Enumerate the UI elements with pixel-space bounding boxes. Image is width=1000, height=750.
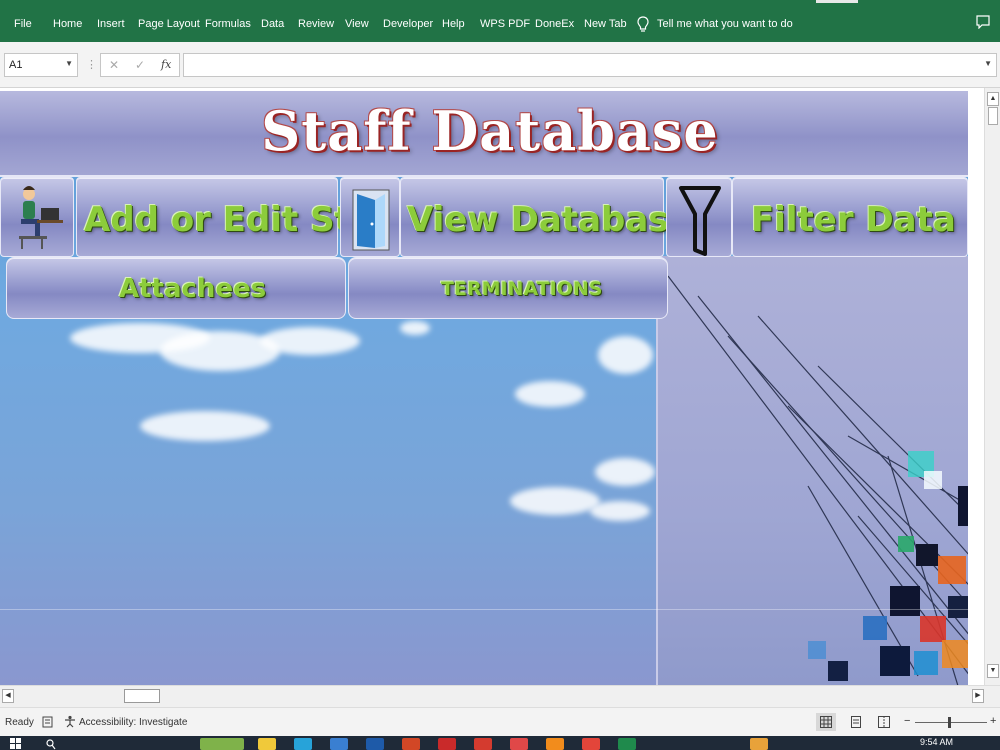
chevron-down-icon[interactable]: ▼ (65, 59, 73, 68)
name-box-value: A1 (9, 59, 23, 71)
chrome-icon[interactable] (582, 738, 600, 750)
cancel-icon[interactable]: ✕ (109, 58, 119, 72)
horizontal-scroll-thumb[interactable] (124, 689, 160, 703)
view-database-button[interactable]: View Database (400, 177, 692, 257)
tab-doneex[interactable]: DoneEx (535, 18, 574, 30)
tab-view[interactable]: View (345, 18, 369, 30)
formula-buttons: ✕ ✓ fx (100, 53, 180, 77)
page-layout-view-icon[interactable] (846, 713, 866, 731)
outlook-icon[interactable] (366, 738, 384, 750)
wps-icon[interactable] (474, 738, 492, 750)
scroll-right-icon[interactable]: ▶ (972, 689, 984, 703)
expand-formula-icon[interactable]: ▼ (984, 59, 992, 68)
cloud-decoration (510, 487, 600, 515)
tell-me-search[interactable]: Tell me what you want to do (657, 18, 793, 30)
lightbulb-icon (637, 16, 649, 32)
tab-home[interactable]: Home (53, 18, 82, 30)
powerpoint-icon[interactable] (402, 738, 420, 750)
macro-recording-icon[interactable] (42, 716, 53, 728)
status-ready: Ready (5, 717, 34, 728)
add-staff-icon-tile[interactable] (0, 177, 74, 257)
cloud-decoration (140, 411, 270, 441)
file-explorer-icon[interactable] (258, 738, 276, 750)
vertical-scrollbar[interactable]: ▲ ▼ (984, 88, 1000, 685)
app-icon[interactable] (510, 738, 528, 750)
person-at-desk-icon (19, 186, 63, 249)
pdf-reader-icon[interactable] (438, 738, 456, 750)
worksheet[interactable]: Staff Database Add or Edit Staff View Da… (0, 88, 984, 685)
cloud-decoration (590, 501, 650, 521)
zoom-in-button[interactable]: + (990, 715, 996, 727)
status-bar: Ready Accessibility: Investigate − + (0, 707, 1000, 736)
excel-icon[interactable] (618, 738, 636, 750)
tab-wps-pdf[interactable]: WPS PDF (480, 18, 530, 30)
attachees-label: Attachees (119, 274, 267, 304)
insert-function-icon[interactable]: fx (161, 58, 171, 71)
accessibility-icon[interactable] (64, 715, 77, 728)
tab-file[interactable]: File (14, 18, 32, 30)
search-icon[interactable] (46, 739, 56, 750)
edge-browser-icon[interactable] (294, 738, 312, 750)
tab-new-tab[interactable]: New Tab (584, 18, 627, 30)
dashboard-title: Staff Database (261, 99, 719, 163)
attachees-button[interactable]: Attachees (6, 257, 346, 319)
taskbar: 9:54 AM (0, 736, 1000, 750)
page-break-view-icon[interactable] (874, 713, 894, 731)
normal-view-icon[interactable] (816, 713, 836, 731)
cloud-decoration (515, 381, 585, 407)
terminations-label: TERMINATIONS (441, 278, 603, 300)
add-edit-staff-button[interactable]: Add or Edit Staff (76, 177, 401, 257)
tab-review[interactable]: Review (298, 18, 334, 30)
scroll-down-icon[interactable]: ▼ (987, 664, 999, 678)
pinned-app-icon[interactable] (750, 738, 768, 750)
windows-start-icon[interactable] (10, 738, 22, 750)
cloud-decoration (400, 321, 430, 335)
store-icon[interactable] (330, 738, 348, 750)
formula-input[interactable]: ▼ (183, 53, 997, 77)
cloud-decoration (260, 327, 360, 355)
accessibility-status[interactable]: Accessibility: Investigate (79, 717, 187, 728)
horizontal-scrollbar[interactable]: ◀ ▶ (0, 685, 1000, 707)
tab-help[interactable]: Help (442, 18, 465, 30)
terminations-button[interactable]: TERMINATIONS (348, 257, 668, 319)
firefox-icon[interactable] (546, 738, 564, 750)
view-database-label: View Database (407, 200, 692, 240)
scroll-up-icon[interactable]: ▲ (987, 92, 999, 106)
filter-data-label: Filter Data (751, 200, 956, 240)
view-database-icon-tile[interactable] (340, 177, 400, 257)
zoom-slider[interactable] (915, 717, 987, 728)
ribbon-tab-bar: File Home Insert Page Layout Formulas Da… (0, 0, 1000, 42)
vertical-scroll-thumb[interactable] (988, 107, 998, 125)
ribbon-top-notch (816, 0, 858, 3)
name-box[interactable]: A1 ▼ (4, 53, 78, 77)
clock[interactable]: 9:54 AM (920, 737, 953, 747)
tab-page-layout[interactable]: Page Layout (138, 18, 200, 30)
scroll-left-icon[interactable]: ◀ (2, 689, 14, 703)
zoom-slider-knob[interactable] (948, 717, 951, 728)
comments-icon[interactable] (976, 15, 990, 29)
cloud-decoration (598, 336, 653, 374)
enter-icon[interactable]: ✓ (135, 58, 145, 72)
tab-insert[interactable]: Insert (97, 18, 125, 30)
filter-data-button[interactable]: Filter Data (732, 177, 968, 257)
zoom-out-button[interactable]: − (904, 715, 910, 727)
cloud-decoration (595, 458, 655, 486)
door-icon (352, 189, 390, 251)
drag-handle-icon[interactable]: ⋮ (86, 58, 97, 71)
taskbar-widget-icon[interactable] (200, 738, 244, 750)
abstract-lines-graphic (667, 275, 968, 685)
filter-icon-tile[interactable] (666, 177, 732, 257)
tab-data[interactable]: Data (261, 18, 284, 30)
gridline (0, 609, 968, 610)
formula-bar: A1 ▼ ⋮ ✕ ✓ fx ▼ (0, 42, 1000, 88)
title-band: Staff Database (0, 91, 968, 177)
tab-formulas[interactable]: Formulas (205, 18, 251, 30)
abstract-graphic-panel (656, 256, 968, 685)
tab-developer[interactable]: Developer (383, 18, 433, 30)
dashboard-background: Staff Database Add or Edit Staff View Da… (0, 91, 968, 685)
funnel-icon (679, 186, 721, 256)
